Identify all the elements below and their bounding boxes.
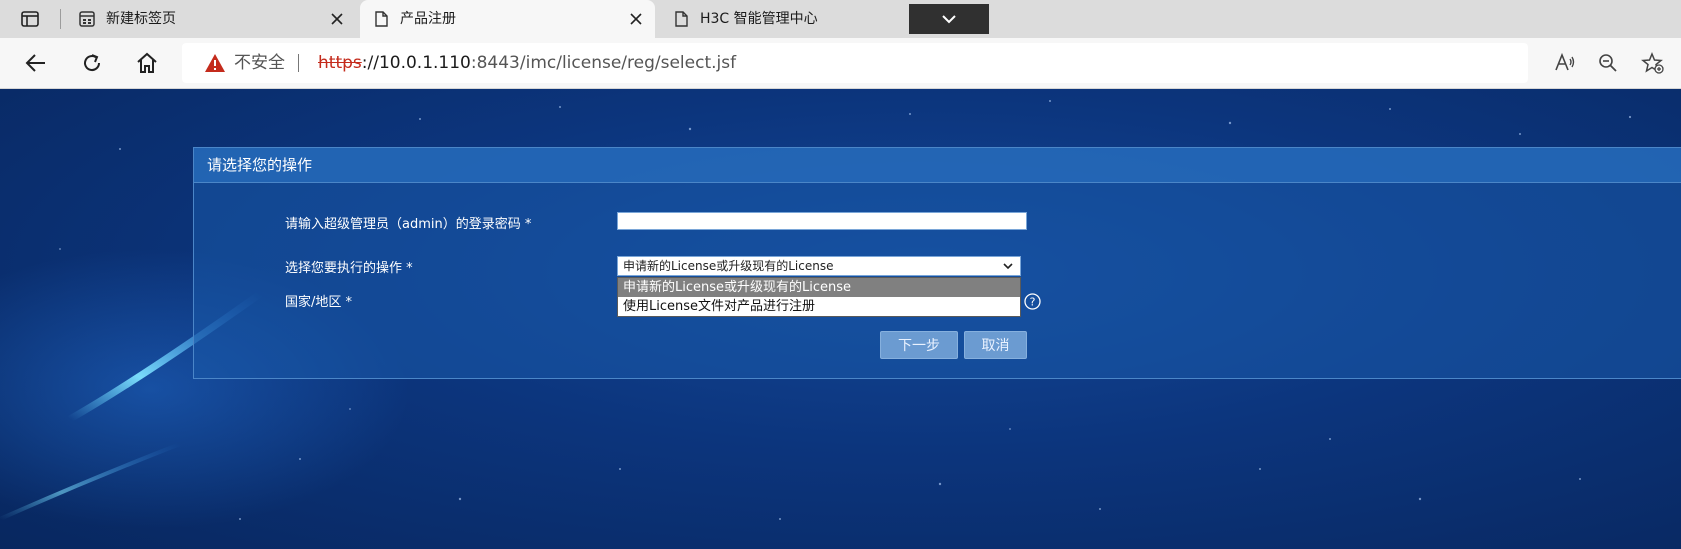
operation-select[interactable]: 申请新的License或升级现有的License: [617, 256, 1021, 276]
panel-title: 请选择您的操作: [207, 156, 313, 174]
new-tab-page-icon: [79, 11, 95, 27]
browser-toolbar: 不安全 https://10.0.1.110:8443/imc/license/…: [0, 38, 1681, 89]
admin-password-input[interactable]: [617, 212, 1027, 230]
warning-icon[interactable]: [204, 53, 226, 73]
url-protocol: https: [318, 53, 362, 73]
browser-tab-strip: 新建标签页 产品注册 H3C 智能管理中心: [0, 0, 1681, 38]
page-content: 请选择您的操作 请输入超级管理员（admin）的登录密码 * 选择您要执行的操作…: [0, 89, 1681, 549]
cancel-button[interactable]: 取消: [964, 331, 1027, 359]
back-arrow-icon[interactable]: [24, 51, 48, 75]
tab-label: 产品注册: [400, 11, 456, 27]
add-favorite-icon[interactable]: [1640, 51, 1664, 75]
url-text[interactable]: https://10.0.1.110:8443/imc/license/reg/…: [318, 43, 736, 83]
close-icon[interactable]: [627, 10, 645, 28]
tab-product-registration[interactable]: 产品注册: [360, 0, 655, 38]
url-path: :8443/imc/license/reg/select.jsf: [470, 53, 737, 73]
option-register-with-license-file[interactable]: 使用License文件对产品进行注册: [618, 297, 1020, 316]
read-aloud-icon[interactable]: [1553, 51, 1577, 75]
url-host: ://10.0.1.110: [361, 53, 471, 73]
tab-separator: [60, 9, 61, 29]
security-status[interactable]: 不安全: [234, 43, 285, 83]
operation-panel: 请选择您的操作 请输入超级管理员（admin）的登录密码 * 选择您要执行的操作…: [193, 147, 1681, 379]
help-icon[interactable]: ?: [1024, 293, 1041, 310]
tab-new-tab[interactable]: 新建标签页: [66, 0, 356, 38]
refresh-icon[interactable]: [80, 51, 104, 75]
home-icon[interactable]: [135, 51, 159, 75]
panel-header: 请选择您的操作: [194, 148, 1681, 183]
operation-label: 选择您要执行的操作 *: [285, 261, 413, 276]
tab-actions-icon[interactable]: [20, 9, 40, 29]
chevron-down-icon: [1003, 263, 1013, 270]
page-icon: [375, 11, 388, 27]
tab-list-dropdown[interactable]: [909, 4, 989, 34]
password-label: 请输入超级管理员（admin）的登录密码 *: [285, 217, 532, 232]
operation-options-list: 申请新的License或升级现有的License 使用License文件对产品进…: [617, 277, 1021, 317]
chevron-down-icon: [942, 15, 956, 24]
address-bar[interactable]: 不安全 https://10.0.1.110:8443/imc/license/…: [182, 43, 1528, 83]
zoom-out-icon[interactable]: [1596, 51, 1620, 75]
tab-label: H3C 智能管理中心: [700, 11, 818, 27]
close-icon[interactable]: [328, 10, 346, 28]
operation-selected-value: 申请新的License或升级现有的License: [623, 259, 834, 273]
svg-text:?: ?: [1030, 296, 1036, 309]
next-step-button[interactable]: 下一步: [880, 331, 958, 359]
address-separator: [298, 54, 299, 72]
tab-h3c-imc[interactable]: H3C 智能管理中心: [660, 0, 905, 38]
country-label: 国家/地区 *: [285, 295, 353, 310]
tab-label: 新建标签页: [106, 11, 176, 27]
option-apply-new-license[interactable]: 申请新的License或升级现有的License: [618, 278, 1020, 297]
page-icon: [675, 11, 688, 27]
